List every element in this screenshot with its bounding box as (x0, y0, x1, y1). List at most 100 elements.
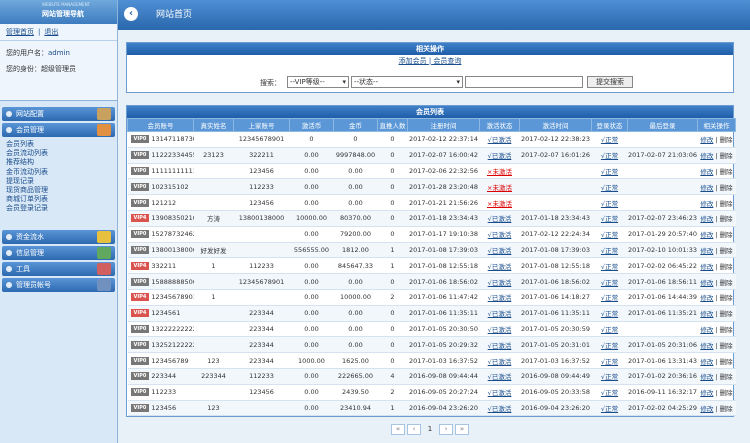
login-value[interactable]: √正常 (601, 231, 618, 239)
menu-funds[interactable]: 资金流水 (2, 229, 115, 244)
edit-link[interactable]: 修改 (700, 168, 713, 176)
status-value[interactable]: √已激活 (488, 358, 512, 366)
status-value[interactable]: ×未激活 (487, 184, 512, 192)
last-value: 2017-02-02 06:45:22 (627, 261, 698, 270)
status-value[interactable]: √已激活 (488, 294, 512, 302)
login-value[interactable]: √正常 (601, 279, 618, 287)
edit-link[interactable]: 修改 (700, 405, 713, 413)
status-select[interactable]: --状态-- (351, 76, 463, 88)
delete-link[interactable]: 删除 (720, 152, 733, 160)
next-page-button[interactable]: › (439, 424, 453, 435)
login-value[interactable]: √正常 (601, 184, 618, 192)
delete-link[interactable]: 删除 (720, 168, 733, 176)
status-value[interactable]: √已激活 (488, 231, 512, 239)
edit-link[interactable]: 修改 (700, 200, 713, 208)
edit-link[interactable]: 修改 (700, 184, 713, 192)
delete-link[interactable]: 删除 (720, 358, 733, 366)
delete-link[interactable]: 删除 (720, 326, 733, 334)
edit-link[interactable]: 修改 (700, 358, 713, 366)
edit-link[interactable]: 修改 (700, 152, 713, 160)
login-value[interactable]: √正常 (601, 310, 618, 318)
search-input[interactable] (465, 76, 583, 88)
submenu-item[interactable]: 会员列表 (6, 140, 117, 149)
member-query-link[interactable]: 会员查询 (433, 57, 461, 65)
login-value[interactable]: √正常 (601, 168, 618, 176)
edit-link[interactable]: 修改 (700, 263, 713, 271)
status-value[interactable]: √已激活 (488, 326, 512, 334)
logout-link[interactable]: 退出 (44, 28, 58, 36)
status-value[interactable]: √已激活 (488, 263, 512, 271)
edit-link[interactable]: 修改 (700, 136, 713, 144)
login-value[interactable]: √正常 (601, 136, 618, 144)
menu-admin-account[interactable]: 管理员帐号 (2, 277, 115, 292)
status-value[interactable]: √已激活 (488, 152, 512, 160)
edit-link[interactable]: 修改 (700, 279, 713, 287)
status-value[interactable]: ×未激活 (487, 168, 512, 176)
delete-link[interactable]: 删除 (720, 294, 733, 302)
login-value[interactable]: √正常 (601, 152, 618, 160)
back-icon[interactable]: ‹ (124, 7, 138, 21)
login-value[interactable]: √正常 (601, 342, 618, 350)
delete-link[interactable]: 删除 (720, 136, 733, 144)
delete-link[interactable]: 删除 (720, 373, 733, 381)
login-value[interactable]: √正常 (601, 358, 618, 366)
status-value[interactable]: √已激活 (488, 136, 512, 144)
edit-link[interactable]: 修改 (700, 247, 713, 255)
login-value[interactable]: √正常 (601, 294, 618, 302)
submenu-item[interactable]: 推荐结构 (6, 158, 117, 167)
status-value[interactable]: √已激活 (488, 342, 512, 350)
first-page-button[interactable]: « (391, 424, 405, 435)
edit-link[interactable]: 修改 (700, 294, 713, 302)
status-value[interactable]: √已激活 (488, 247, 512, 255)
delete-link[interactable]: 删除 (720, 215, 733, 223)
delete-link[interactable]: 删除 (720, 279, 733, 287)
delete-link[interactable]: 删除 (720, 342, 733, 350)
login-value[interactable]: √正常 (601, 215, 618, 223)
login-value[interactable]: √正常 (601, 326, 618, 334)
edit-link[interactable]: 修改 (700, 373, 713, 381)
menu-info[interactable]: 信息管理 (2, 245, 115, 260)
login-value[interactable]: √正常 (601, 200, 618, 208)
vip-level-select[interactable]: --VIP等级-- (287, 76, 349, 88)
login-value[interactable]: √正常 (601, 247, 618, 255)
login-value[interactable]: √正常 (601, 405, 618, 413)
prev-page-button[interactable]: ‹ (407, 424, 421, 435)
status-value[interactable]: ×未激活 (487, 200, 512, 208)
delete-link[interactable]: 删除 (720, 263, 733, 271)
submenu-item[interactable]: 现货商品管理 (6, 186, 117, 195)
menu-tools[interactable]: 工具 (2, 261, 115, 276)
status-value[interactable]: √已激活 (488, 215, 512, 223)
edit-link[interactable]: 修改 (700, 326, 713, 334)
login-value[interactable]: √正常 (601, 373, 618, 381)
edit-link[interactable]: 修改 (700, 342, 713, 350)
delete-link[interactable]: 删除 (720, 310, 733, 318)
status-value[interactable]: √已激活 (488, 310, 512, 318)
edit-link[interactable]: 修改 (700, 215, 713, 223)
login-value[interactable]: √正常 (601, 263, 618, 271)
menu-member-management[interactable]: 会员管理 (2, 123, 115, 137)
delete-link[interactable]: 删除 (720, 405, 733, 413)
login-value[interactable]: √正常 (601, 389, 618, 397)
edit-link[interactable]: 修改 (700, 389, 713, 397)
menu-site-config[interactable]: 网站配置 (2, 107, 115, 121)
cell-name: 123 (193, 400, 234, 417)
delete-link[interactable]: 删除 (720, 389, 733, 397)
cell-direct: 0 (377, 273, 408, 290)
submit-search-button[interactable]: 提交搜索 (587, 76, 633, 88)
delete-link[interactable]: 删除 (720, 200, 733, 208)
admin-home-link[interactable]: 管理首页 (6, 28, 34, 36)
edit-link[interactable]: 修改 (700, 310, 713, 318)
status-value[interactable]: √已激活 (488, 405, 512, 413)
status-value[interactable]: √已激活 (488, 373, 512, 381)
submenu-item[interactable]: 会员登录记录 (6, 204, 117, 213)
last-page-button[interactable]: » (455, 424, 469, 435)
delete-link[interactable]: 删除 (720, 247, 733, 255)
delete-link[interactable]: 删除 (720, 231, 733, 239)
submenu-item[interactable]: 金币流动列表 (6, 168, 117, 177)
edit-link[interactable]: 修改 (700, 231, 713, 239)
status-value[interactable]: √已激活 (488, 389, 512, 397)
submenu-item[interactable]: 提现记录 (6, 177, 117, 186)
add-member-link[interactable]: 添加会员 (399, 57, 427, 65)
delete-link[interactable]: 删除 (720, 184, 733, 192)
status-value[interactable]: √已激活 (488, 279, 512, 287)
